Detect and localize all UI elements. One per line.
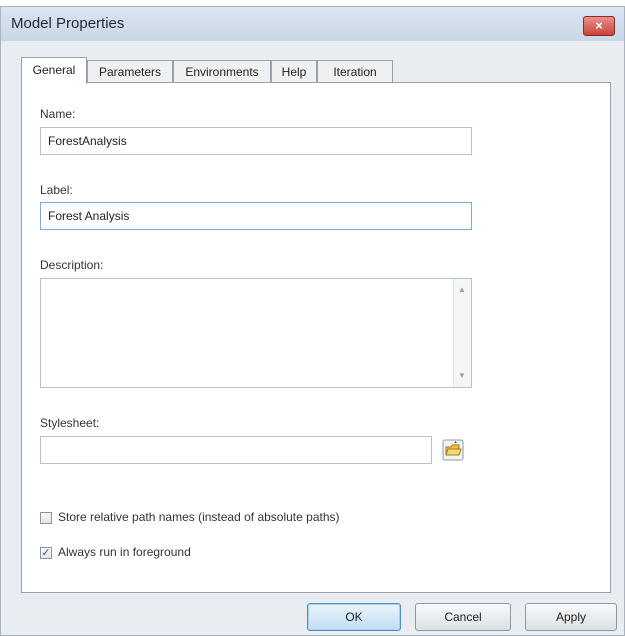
label-label: Label: xyxy=(40,183,73,197)
cancel-button[interactable]: Cancel xyxy=(415,603,511,631)
name-label: Name: xyxy=(40,107,76,121)
window-title: Model Properties xyxy=(11,15,125,32)
description-scrollbar[interactable]: ▲ ▼ xyxy=(453,279,471,387)
tab-parameters[interactable]: Parameters xyxy=(87,60,173,82)
label-field[interactable]: Forest Analysis xyxy=(40,202,472,230)
description-label: Description: xyxy=(40,258,104,272)
foreground-label: Always run in foreground xyxy=(58,545,191,559)
close-icon: × xyxy=(595,18,603,33)
description-textarea[interactable]: ▲ ▼ xyxy=(40,278,472,388)
scroll-up-icon[interactable]: ▲ xyxy=(458,285,466,294)
browse-button[interactable] xyxy=(442,439,464,461)
name-field[interactable]: ForestAnalysis xyxy=(40,127,472,155)
apply-button[interactable]: Apply xyxy=(525,603,617,631)
stylesheet-field[interactable] xyxy=(40,436,432,464)
ok-button[interactable]: OK xyxy=(307,603,401,631)
close-button[interactable]: × xyxy=(583,16,615,36)
general-tab-panel: Name: ForestAnalysis Label: Forest Analy… xyxy=(21,82,611,593)
model-properties-dialog: Model Properties × General Parameters En… xyxy=(0,6,625,636)
tab-iteration[interactable]: Iteration xyxy=(317,60,393,82)
scroll-down-icon[interactable]: ▼ xyxy=(458,371,466,380)
tab-general[interactable]: General xyxy=(21,57,87,84)
foreground-checkbox[interactable]: ✓ xyxy=(40,547,52,559)
relative-paths-label: Store relative path names (instead of ab… xyxy=(58,510,340,524)
tab-environments[interactable]: Environments xyxy=(173,60,271,82)
title-bar[interactable]: Model Properties × xyxy=(1,7,624,41)
tab-help[interactable]: Help xyxy=(271,60,317,82)
stylesheet-label: Stylesheet: xyxy=(40,416,100,430)
folder-browse-icon xyxy=(442,439,464,461)
relative-paths-checkbox[interactable] xyxy=(40,512,52,524)
